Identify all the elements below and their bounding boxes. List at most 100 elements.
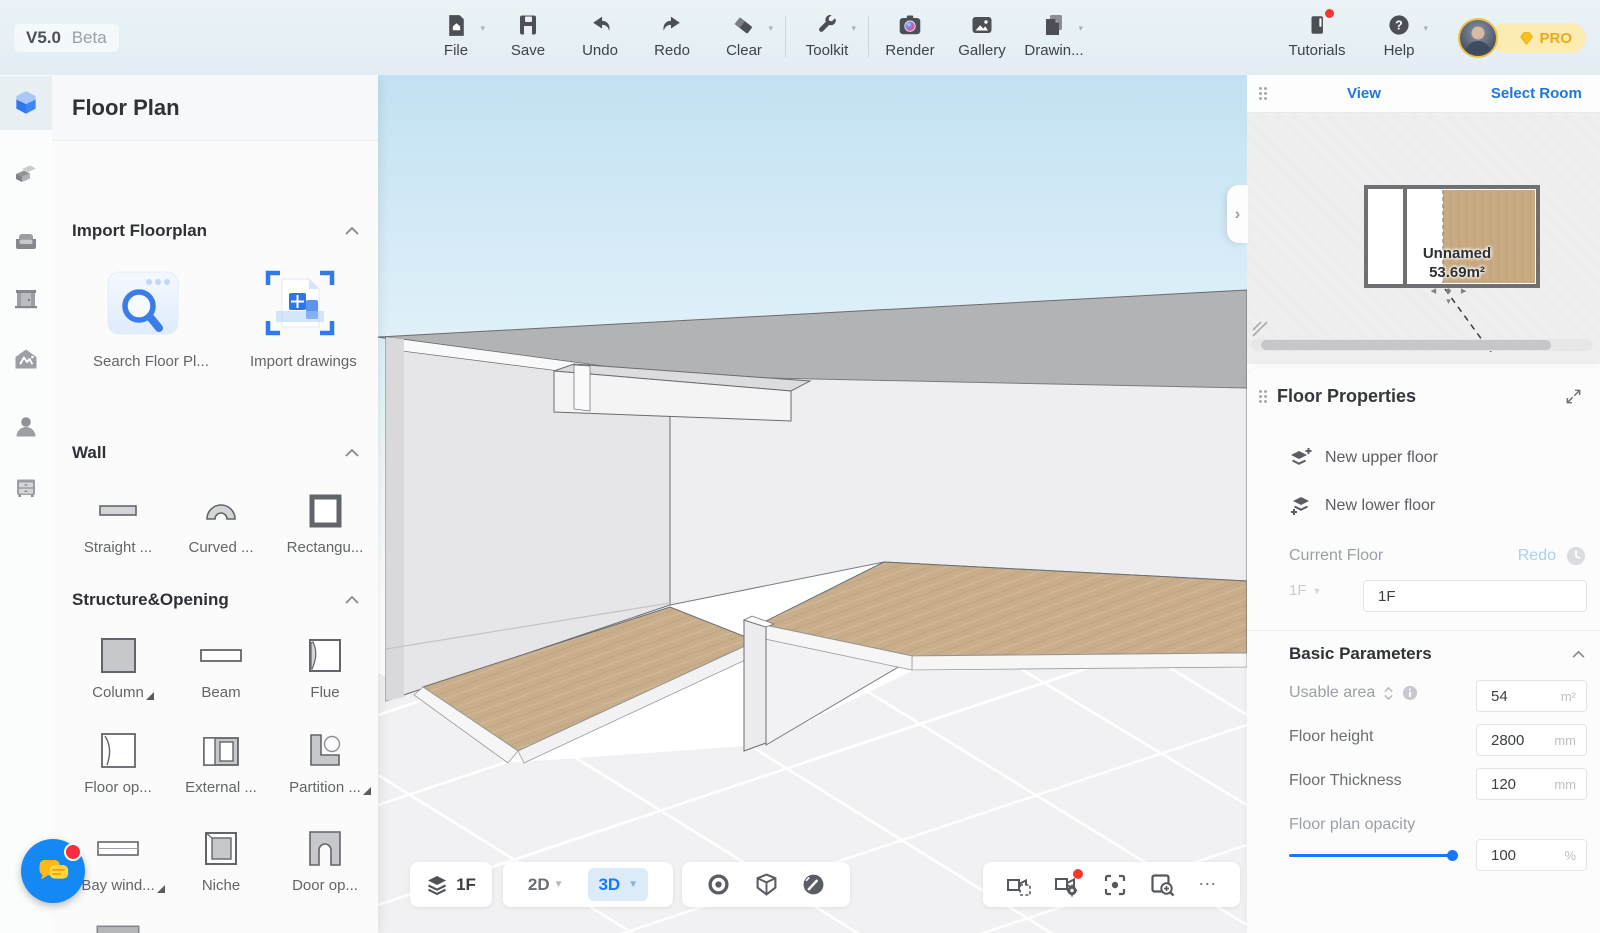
beam-item[interactable]: Beam (171, 634, 271, 702)
collapse-chevron-icon[interactable] (344, 226, 360, 236)
sidebar-item-profile[interactable] (0, 400, 52, 454)
clear-button[interactable]: ▾ Clear (713, 11, 775, 59)
minimap-scrollbar-thumb[interactable] (1261, 340, 1551, 350)
file-button[interactable]: ▾ File (425, 11, 487, 59)
header-right-group: Tutorials ▾ ? Help (1286, 11, 1430, 59)
curved-wall-icon (171, 489, 271, 533)
gallery-button[interactable]: Gallery (951, 11, 1013, 59)
drag-handle-icon[interactable] (1259, 390, 1267, 403)
clear-dropdown-caret[interactable]: ▾ (768, 23, 773, 34)
drag-handle-icon[interactable] (1259, 87, 1267, 100)
pro-badge[interactable]: PRO (1490, 23, 1586, 53)
mode-2d-button[interactable]: 2D ▼ (528, 875, 564, 895)
opacity-input[interactable] (1477, 847, 1542, 864)
save-button[interactable]: Save (497, 11, 559, 59)
floor-height-field[interactable]: mm (1476, 724, 1587, 756)
collapse-chevron-icon[interactable] (1571, 650, 1586, 659)
new-lower-floor-icon (1289, 494, 1313, 518)
basic-parameters-header[interactable]: Basic Parameters (1289, 644, 1586, 664)
mode-3d-label: 3D (598, 875, 620, 895)
more-tools-button[interactable]: ⋯ (1198, 874, 1217, 895)
beta-text: Beta (72, 28, 107, 47)
external-window-item[interactable]: External ... (171, 729, 271, 797)
room-nav-caret[interactable]: ▾ (1375, 296, 1525, 307)
tab-select-room[interactable]: Select Room (1491, 85, 1582, 102)
section-divider (1247, 630, 1600, 631)
floor-thickness-input[interactable] (1477, 776, 1542, 793)
resize-handle-icon[interactable] (1251, 320, 1269, 338)
zoom-region-button[interactable] (1150, 873, 1176, 897)
drawings-dropdown-caret[interactable]: ▾ (1078, 23, 1083, 34)
toolkit-dropdown-caret[interactable]: ▾ (851, 23, 856, 34)
sidebar-item-furniture[interactable] (0, 215, 52, 269)
visibility-eye-button[interactable] (707, 873, 730, 896)
file-dropdown-caret[interactable]: ▾ (480, 23, 485, 34)
sidebar-item-floorplan[interactable] (0, 76, 52, 130)
floor-name-input[interactable] (1364, 588, 1497, 605)
sidebar-item-ai-design[interactable] (0, 333, 52, 387)
column-item[interactable]: Column (68, 634, 168, 702)
sidebar-item-storage[interactable] (0, 461, 52, 515)
info-icon[interactable] (1402, 685, 1418, 701)
minimap-area[interactable]: Unnamed 53.69m² ◂ ● ▸ ▾ (1247, 113, 1600, 352)
mode-3d-button[interactable]: 3D ▼ (588, 868, 648, 901)
search-floorplan-item[interactable]: Search Floor Pl... (93, 259, 193, 371)
opacity-slider-knob[interactable] (1447, 850, 1458, 861)
cube-view-button[interactable] (755, 873, 778, 896)
sort-arrows-icon[interactable] (1382, 686, 1395, 701)
sidebar-item-doors[interactable] (0, 272, 52, 326)
floor-opening-item[interactable]: Floor op... (68, 729, 168, 797)
help-button[interactable]: ▾ ? Help (1368, 11, 1430, 59)
submenu-indicator (146, 692, 154, 700)
module-sidebar (0, 75, 52, 933)
tutorials-label: Tutorials (1289, 42, 1346, 59)
usable-area-field[interactable]: m² (1476, 680, 1587, 712)
minimap-scrollbar[interactable] (1251, 339, 1592, 351)
window-item[interactable]: Wind... (68, 923, 168, 933)
render-button[interactable]: Render (879, 11, 941, 59)
floor-switcher[interactable]: 1F (410, 862, 492, 907)
panel-expander-tab[interactable]: › (1227, 185, 1248, 243)
camera-settings-button[interactable] (1054, 873, 1080, 897)
opacity-field[interactable]: % (1476, 839, 1587, 871)
cabinet-icon (12, 474, 40, 502)
opacity-slider[interactable] (1289, 854, 1454, 857)
file-label: File (444, 42, 468, 59)
collapse-chevron-icon[interactable] (344, 595, 360, 605)
import-drawings-item[interactable]: Import drawings (250, 259, 350, 371)
history-icon[interactable] (1566, 546, 1586, 566)
collapse-chevron-icon[interactable] (344, 448, 360, 458)
help-dropdown-caret[interactable]: ▾ (1423, 23, 1428, 34)
floor-thickness-field[interactable]: mm (1476, 768, 1587, 800)
new-lower-floor-button[interactable]: New lower floor ▼ (1289, 494, 1569, 518)
redo-button[interactable]: Redo (641, 11, 703, 59)
straight-wall-item[interactable]: Straight ... (68, 489, 168, 557)
door-opening-item[interactable]: Door op... (275, 827, 375, 895)
sidebar-item-tiles[interactable] (0, 148, 52, 202)
camera-select-button[interactable] (1006, 873, 1032, 897)
rectangular-room-item[interactable]: Rectangu... (275, 489, 375, 557)
focus-center-button[interactable] (1103, 873, 1127, 897)
speedometer-button[interactable] (802, 873, 825, 896)
tutorials-button[interactable]: Tutorials (1286, 11, 1348, 59)
floor-name-field[interactable] (1363, 580, 1587, 612)
3d-viewport[interactable]: 1F 2D ▼ 3D ▼ ⋯ (378, 75, 1247, 933)
support-chat-button[interactable] (21, 839, 85, 903)
partition-wall-item[interactable]: Partition ... (275, 729, 375, 797)
redo-link[interactable]: Redo (1518, 547, 1556, 565)
submenu-indicator (157, 885, 165, 893)
tab-view[interactable]: View (1347, 85, 1381, 102)
drawings-button[interactable]: ▾ Drawin... (1023, 11, 1085, 59)
undo-button[interactable]: Undo (569, 11, 631, 59)
expand-panel-icon[interactable] (1565, 388, 1582, 405)
gallery-icon (970, 11, 994, 39)
floor-height-input[interactable] (1477, 732, 1542, 749)
toolkit-button[interactable]: ▾ Toolkit (796, 11, 858, 59)
user-avatar[interactable] (1458, 18, 1498, 58)
flue-item[interactable]: Flue (275, 634, 375, 702)
new-upper-floor-button[interactable]: New upper floor ▼ (1289, 446, 1569, 470)
opacity-label: Floor plan opacity (1289, 816, 1415, 833)
usable-area-input[interactable] (1477, 688, 1542, 705)
curved-wall-item[interactable]: Curved ... (171, 489, 271, 557)
niche-item[interactable]: Niche (171, 827, 271, 895)
